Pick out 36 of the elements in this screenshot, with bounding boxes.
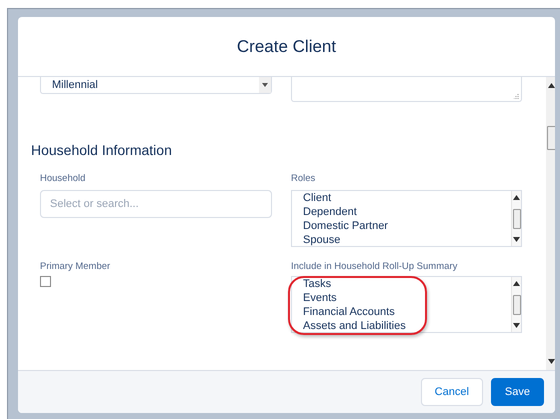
household-search-field[interactable]: Select or search... <box>40 190 272 218</box>
list-option[interactable]: Events <box>303 291 511 305</box>
up-arrow-icon[interactable] <box>513 281 520 286</box>
list-option[interactable]: Client <box>303 191 511 205</box>
section-heading: Household Information <box>31 141 173 159</box>
caret-icon <box>262 83 268 87</box>
list-option[interactable]: Assets and Liabilities <box>303 319 511 333</box>
scrollbar[interactable] <box>546 77 555 370</box>
up-arrow-icon[interactable] <box>513 195 520 200</box>
field-label: Include in Household Roll-Up Summary <box>291 261 458 273</box>
down-arrow-icon[interactable] <box>513 237 520 242</box>
list-option[interactable]: Spouse <box>303 233 511 247</box>
multi-select-list[interactable]: Tasks Events Financial Accounts Assets and Liabilities <box>291 276 522 333</box>
list-option[interactable]: Financial Accounts <box>303 305 511 319</box>
list-option[interactable]: Dependent <box>303 205 511 219</box>
save-button[interactable]: Save <box>490 378 544 406</box>
up-arrow-icon[interactable] <box>548 83 555 88</box>
scroll-thumb[interactable] <box>547 126 555 150</box>
cancel-button[interactable]: Cancel <box>420 378 483 406</box>
select-value: Millennial <box>51 78 99 93</box>
down-arrow-icon[interactable] <box>513 323 520 328</box>
list-option[interactable]: Tasks <box>303 277 511 291</box>
multi-select-list[interactable]: Client Dependent Domestic Partner Spouse <box>291 190 522 247</box>
scrollbar[interactable] <box>511 191 521 246</box>
list-option[interactable]: Domestic Partner <box>303 219 511 233</box>
scrollbar[interactable] <box>511 277 521 332</box>
resize-handle-icon[interactable] <box>514 94 519 99</box>
field-label: Roles <box>291 173 316 185</box>
down-arrow-icon[interactable] <box>548 359 555 364</box>
modal-title: Create Client <box>236 36 336 58</box>
field-label: Primary Member <box>40 261 112 273</box>
checkbox[interactable] <box>40 276 51 287</box>
select-field[interactable]: Millennial <box>40 77 272 94</box>
scroll-thumb[interactable] <box>512 208 520 228</box>
field-label: Household <box>40 173 86 185</box>
scroll-thumb[interactable] <box>512 294 520 314</box>
